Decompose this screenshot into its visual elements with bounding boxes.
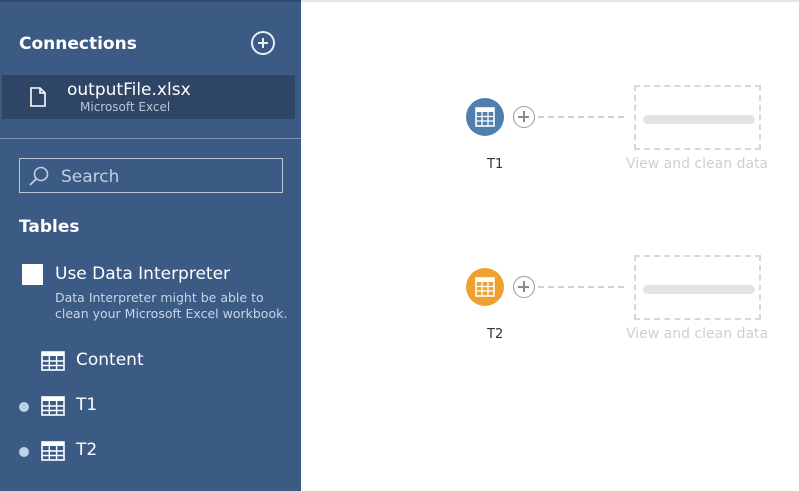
tables-title: Tables (19, 217, 80, 237)
next-step-label: View and clean data (626, 156, 769, 172)
connector-line (538, 116, 624, 118)
in-flow-indicator (19, 402, 29, 412)
sidebar-top-border (0, 0, 301, 2)
table-item-label: Content (76, 350, 144, 370)
file-icon (30, 87, 46, 107)
next-step-label: View and clean data (626, 326, 769, 342)
add-step-icon[interactable] (513, 276, 535, 298)
table-item-label: T2 (76, 440, 98, 460)
search-placeholder: Search (61, 167, 120, 187)
table-item-label: T1 (76, 395, 98, 415)
table-grid-icon (475, 277, 495, 297)
search-input[interactable]: Search (19, 158, 283, 193)
data-interpreter-description: Data Interpreter might be able to clean … (55, 290, 288, 321)
step-label: T1 (487, 157, 504, 172)
connection-name: outputFile.xlsx (67, 80, 191, 100)
canvas-top-border (301, 0, 799, 2)
table-item-t1[interactable]: T1 (0, 393, 301, 419)
placeholder-bar (643, 115, 755, 124)
connections-title: Connections (19, 34, 137, 54)
next-step-placeholder[interactable] (634, 85, 761, 150)
table-item-content[interactable]: Content (0, 348, 301, 374)
data-interpreter-checkbox[interactable] (22, 264, 43, 285)
connection-type: Microsoft Excel (80, 100, 171, 114)
flow-canvas[interactable]: T1 View and clean data T2 View and clean… (301, 0, 799, 491)
add-connection-icon[interactable] (251, 31, 275, 55)
data-interpreter-label[interactable]: Use Data Interpreter (55, 264, 230, 284)
search-icon (29, 166, 49, 186)
add-step-icon[interactable] (513, 106, 535, 128)
table-item-t2[interactable]: T2 (0, 438, 301, 464)
table-grid-icon (475, 107, 495, 127)
table-grid-icon (41, 351, 65, 371)
in-flow-indicator (19, 447, 29, 457)
flow-step-t1[interactable] (466, 98, 504, 136)
connections-sidebar: Connections outputFile.xlsx Microsoft Ex… (0, 0, 301, 491)
next-step-placeholder[interactable] (634, 255, 761, 320)
sidebar-divider (0, 138, 301, 139)
flow-step-t2[interactable] (466, 268, 504, 306)
step-label: T2 (487, 327, 504, 342)
connector-line (538, 286, 624, 288)
table-grid-icon (41, 441, 65, 461)
table-grid-icon (41, 396, 65, 416)
placeholder-bar (643, 285, 755, 294)
connection-item[interactable]: outputFile.xlsx Microsoft Excel (2, 75, 295, 119)
